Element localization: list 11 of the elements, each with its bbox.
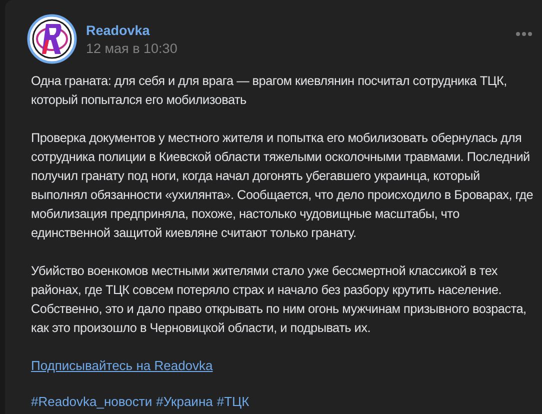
hashtag-link[interactable]: #Readovka_новости — [31, 394, 152, 409]
hashtag-link[interactable]: #ТЦК — [216, 394, 250, 409]
post-paragraph: Одна граната: для себя и для врага — врагом киевлянин посчитал сотрудника ТЦК, который попытался его мобилизовать — [31, 73, 508, 109]
post-date[interactable]: 12 мая в 10:30 — [86, 40, 507, 56]
subscribe-link[interactable]: Подписывайтесь на Readovka — [31, 358, 213, 373]
author-name[interactable]: Readovka — [86, 22, 507, 38]
more-icon[interactable] — [516, 32, 532, 36]
hashtag-link[interactable]: #Украина — [156, 394, 213, 409]
post-paragraph: Проверка документов у местного жителя и попытка его мобилизовать обернулась для сотрудника полиции в Киевской области тяжелыми осколочными травмами. Последний получил гранату под ноги, когда начал догонять убегавшего украинца, который выполнял обязанности «ухилянта». Сообщается, что дело происходило в Броварах, где мобилизация предприняла, похоже, настолько чудовищные масштабы, что единственной защитой киевляне считают только гранату. — [31, 130, 534, 242]
post-paragraph: Убийство военкомов местными жителями стало уже бессмертной классикой в тех районах, где ТЦК совсем потеряло страх и начало без разбору крутить население. Собственно, это и дало право открывать по ним огонь мужчинам призывного возраста, как это произошло в Черновицкой области, и подрывать их. — [31, 263, 528, 337]
avatar-logo[interactable] — [27, 14, 77, 64]
